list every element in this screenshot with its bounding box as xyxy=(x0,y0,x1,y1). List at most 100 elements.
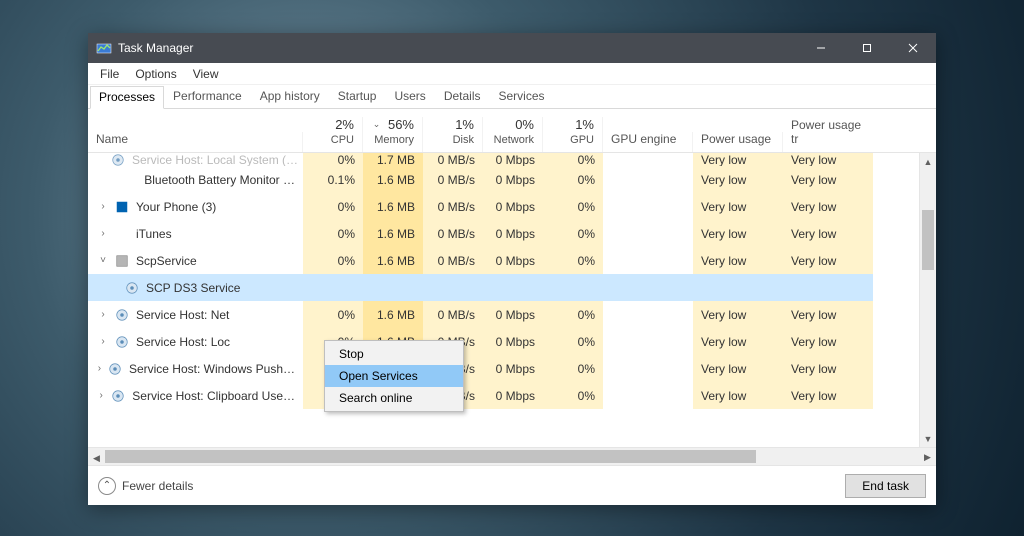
process-icon xyxy=(124,280,140,296)
table-row[interactable]: ›Service Host: Clipboard Use…0%1.6 MB0 M… xyxy=(88,382,919,409)
table-row[interactable]: ›Service Host: Loc0%1.6 MB0 MB/s0 Mbps0%… xyxy=(88,328,919,355)
close-button[interactable] xyxy=(890,33,936,63)
chevron-up-icon: ⌃ xyxy=(98,477,116,495)
window-title: Task Manager xyxy=(118,41,798,55)
menu-view[interactable]: View xyxy=(185,65,227,83)
table-row[interactable]: ›Your Phone (3)0%1.6 MB0 MB/s0 Mbps0%Ver… xyxy=(88,193,919,220)
tab-processes[interactable]: Processes xyxy=(90,86,164,109)
col-cpu[interactable]: 2%CPU xyxy=(303,117,363,152)
cell-powertrend: Very low xyxy=(783,247,873,274)
process-name: ScpService xyxy=(136,254,197,268)
cell-network: 0 Mbps xyxy=(483,193,543,220)
cell-powertrend: Very low xyxy=(783,153,873,166)
col-power[interactable]: Power usage xyxy=(693,132,783,152)
cell-gpuengine xyxy=(603,274,693,301)
cell-memory: 1.7 MB xyxy=(363,153,423,166)
col-powertrend[interactable]: Power usage tr xyxy=(783,118,873,152)
expander-icon[interactable]: › xyxy=(96,390,106,401)
cell-network: 0 Mbps xyxy=(483,247,543,274)
tab-startup[interactable]: Startup xyxy=(329,85,386,108)
cell-gpuengine xyxy=(603,153,693,166)
col-memory[interactable]: ⌄ 56%Memory xyxy=(363,117,423,152)
cell-network: 0 Mbps xyxy=(483,328,543,355)
ctx-search-online[interactable]: Search online xyxy=(325,387,463,409)
process-icon xyxy=(122,172,138,188)
col-disk[interactable]: 1%Disk xyxy=(423,117,483,152)
cell-name: Service Host: Local System (… xyxy=(88,153,303,166)
end-task-button[interactable]: End task xyxy=(845,474,926,498)
expander-icon[interactable]: › xyxy=(96,228,110,239)
cell-cpu: 0% xyxy=(303,220,363,247)
hscroll-thumb[interactable] xyxy=(105,450,756,463)
expander-icon[interactable]: › xyxy=(96,363,103,374)
table-row[interactable]: Service Host: Local System (…0%1.7 MB 0 M… xyxy=(88,153,919,166)
rows-container: Service Host: Local System (…0%1.7 MB0 M… xyxy=(88,153,919,447)
cell-name: ›Service Host: Net xyxy=(88,301,303,328)
cell-disk: 0 MB/s xyxy=(423,166,483,193)
menu-file[interactable]: File xyxy=(92,65,127,83)
col-gpu[interactable]: 1%GPU xyxy=(543,117,603,152)
maximize-button[interactable] xyxy=(844,33,890,63)
cell-power: Very low xyxy=(693,247,783,274)
col-gpuengine[interactable]: GPU engine xyxy=(603,132,693,152)
process-icon xyxy=(114,226,130,242)
minimize-button[interactable] xyxy=(798,33,844,63)
cell-gpuengine xyxy=(603,193,693,220)
cell-name: Bluetooth Battery Monitor … xyxy=(88,166,303,193)
table-row[interactable]: ›Service Host: Net0%1.6 MB0 MB/s0 Mbps0%… xyxy=(88,301,919,328)
process-name: iTunes xyxy=(136,227,172,241)
cell-power: Very low xyxy=(693,301,783,328)
cell-powertrend: Very low xyxy=(783,166,873,193)
horizontal-scrollbar[interactable]: ◀ ▶ xyxy=(88,447,936,465)
cell-gpuengine xyxy=(603,382,693,409)
cell-cpu xyxy=(303,274,363,301)
fewer-details-toggle[interactable]: ⌃ Fewer details xyxy=(98,477,193,495)
cell-powertrend: Very low xyxy=(783,355,873,382)
expander-icon[interactable]: ˅ xyxy=(96,255,110,266)
table-row[interactable]: SCP DS3 Service xyxy=(88,274,919,301)
scroll-left-icon[interactable]: ◀ xyxy=(88,450,105,466)
titlebar[interactable]: Task Manager xyxy=(88,33,936,63)
col-name[interactable]: Name xyxy=(88,132,303,152)
cell-gpu: 0% xyxy=(543,193,603,220)
process-name: Service Host: Clipboard Use… xyxy=(132,389,295,403)
cell-memory: 1.6 MB xyxy=(363,193,423,220)
vertical-scrollbar[interactable]: ▲ ▼ xyxy=(919,153,936,447)
menubar: File Options View xyxy=(88,63,936,85)
tab-users[interactable]: Users xyxy=(385,85,434,108)
scroll-down-icon[interactable]: ▼ xyxy=(920,430,936,447)
scroll-up-icon[interactable]: ▲ xyxy=(920,153,936,170)
table-row[interactable]: ›Service Host: Windows Push…0%1.6 MB0 MB… xyxy=(88,355,919,382)
footer: ⌃ Fewer details End task xyxy=(88,465,936,505)
ctx-open-services[interactable]: Open Services xyxy=(325,365,463,387)
cell-powertrend: Very low xyxy=(783,382,873,409)
cell-powertrend: Very low xyxy=(783,301,873,328)
expander-icon[interactable]: › xyxy=(96,309,110,320)
cell-network: 0 Mbps xyxy=(483,153,543,166)
expander-icon[interactable]: › xyxy=(96,336,110,347)
table-row[interactable]: ˅ScpService0%1.6 MB0 MB/s0 Mbps0%Very lo… xyxy=(88,247,919,274)
tab-performance[interactable]: Performance xyxy=(164,85,251,108)
table-row[interactable]: ›iTunes0%1.6 MB0 MB/s0 Mbps0%Very lowVer… xyxy=(88,220,919,247)
cell-name: › iTunes xyxy=(88,220,303,247)
cell-power: Very low xyxy=(693,328,783,355)
cell-disk: 0 MB/s xyxy=(423,247,483,274)
tab-services[interactable]: Services xyxy=(490,85,554,108)
cell-memory: 1.6 MB xyxy=(363,247,423,274)
col-network[interactable]: 0%Network xyxy=(483,117,543,152)
cell-powertrend: Very low xyxy=(783,193,873,220)
expander-icon[interactable]: › xyxy=(96,201,110,212)
tab-details[interactable]: Details xyxy=(435,85,490,108)
cell-cpu: 0% xyxy=(303,153,363,166)
cell-disk xyxy=(423,274,483,301)
tab-apphistory[interactable]: App history xyxy=(251,85,329,108)
menu-options[interactable]: Options xyxy=(127,65,184,83)
cell-powertrend xyxy=(783,274,873,301)
table-row[interactable]: Bluetooth Battery Monitor …0.1%1.6 MB0 M… xyxy=(88,166,919,193)
cell-name: ˅ ScpService xyxy=(88,247,303,274)
ctx-stop[interactable]: Stop xyxy=(325,343,463,365)
scroll-right-icon[interactable]: ▶ xyxy=(919,448,936,465)
vscroll-thumb[interactable] xyxy=(922,210,934,270)
cell-powertrend: Very low xyxy=(783,328,873,355)
cell-gpu: 0% xyxy=(543,328,603,355)
